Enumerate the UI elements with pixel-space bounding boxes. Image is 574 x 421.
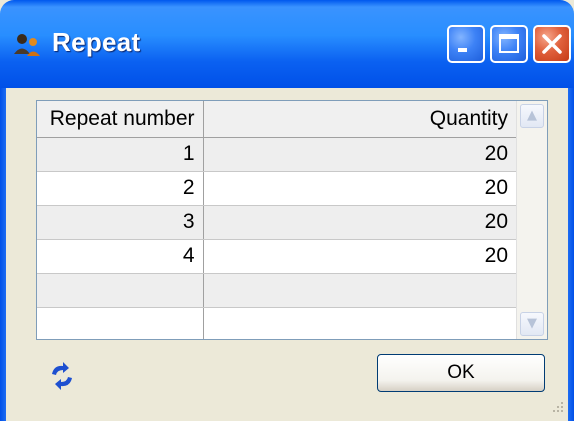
close-button[interactable]	[533, 25, 571, 63]
table-row[interactable]	[37, 273, 517, 308]
cell-quantity[interactable]: 20	[203, 205, 517, 240]
scroll-up-button[interactable]: ▲	[520, 104, 544, 128]
resize-grip-icon[interactable]	[550, 399, 564, 413]
cell-repeat-number[interactable]	[37, 273, 204, 308]
cell-quantity[interactable]: 20	[203, 171, 517, 206]
cell-repeat-number[interactable]	[37, 307, 204, 339]
ok-button[interactable]: OK	[377, 354, 545, 392]
table-row[interactable]	[37, 307, 517, 339]
table-row[interactable]: 3 20	[37, 205, 517, 240]
minimize-icon	[458, 48, 467, 52]
table-row[interactable]: 2 20	[37, 171, 517, 206]
cell-quantity[interactable]	[203, 273, 517, 308]
table-row[interactable]: 4 20	[37, 239, 517, 274]
repeat-table: Repeat number Quantity 1 20 2 20 3 20 4 …	[37, 101, 517, 339]
repeat-grid[interactable]: Repeat number Quantity 1 20 2 20 3 20 4 …	[36, 100, 548, 340]
refresh-icon[interactable]	[46, 360, 78, 392]
window-title: Repeat	[52, 27, 141, 57]
maximize-button[interactable]	[490, 25, 528, 63]
cell-repeat-number[interactable]: 3	[37, 205, 204, 240]
repeat-dialog: Repeat Repeat number Quantity 1 20 2 20 …	[0, 0, 574, 421]
maximize-icon	[499, 34, 519, 53]
cell-repeat-number[interactable]: 2	[37, 171, 204, 206]
column-header-repeat-number[interactable]: Repeat number	[37, 101, 204, 138]
title-bar[interactable]: Repeat	[0, 0, 574, 88]
scroll-down-button[interactable]: ▼	[520, 312, 544, 336]
cell-repeat-number[interactable]: 1	[37, 137, 204, 172]
users-icon	[14, 34, 40, 56]
cell-repeat-number[interactable]: 4	[37, 239, 204, 274]
table-row[interactable]: 1 20	[37, 137, 517, 172]
vertical-scrollbar[interactable]: ▲ ▼	[516, 101, 547, 339]
window-frame-right	[568, 88, 574, 421]
chevron-up-icon: ▲	[527, 108, 537, 123]
minimize-button[interactable]	[447, 25, 485, 63]
cell-quantity[interactable]	[203, 307, 517, 339]
close-icon	[542, 34, 562, 54]
cell-quantity[interactable]: 20	[203, 137, 517, 172]
chevron-down-icon: ▼	[527, 316, 537, 331]
column-header-quantity[interactable]: Quantity	[203, 101, 517, 138]
cell-quantity[interactable]: 20	[203, 239, 517, 274]
